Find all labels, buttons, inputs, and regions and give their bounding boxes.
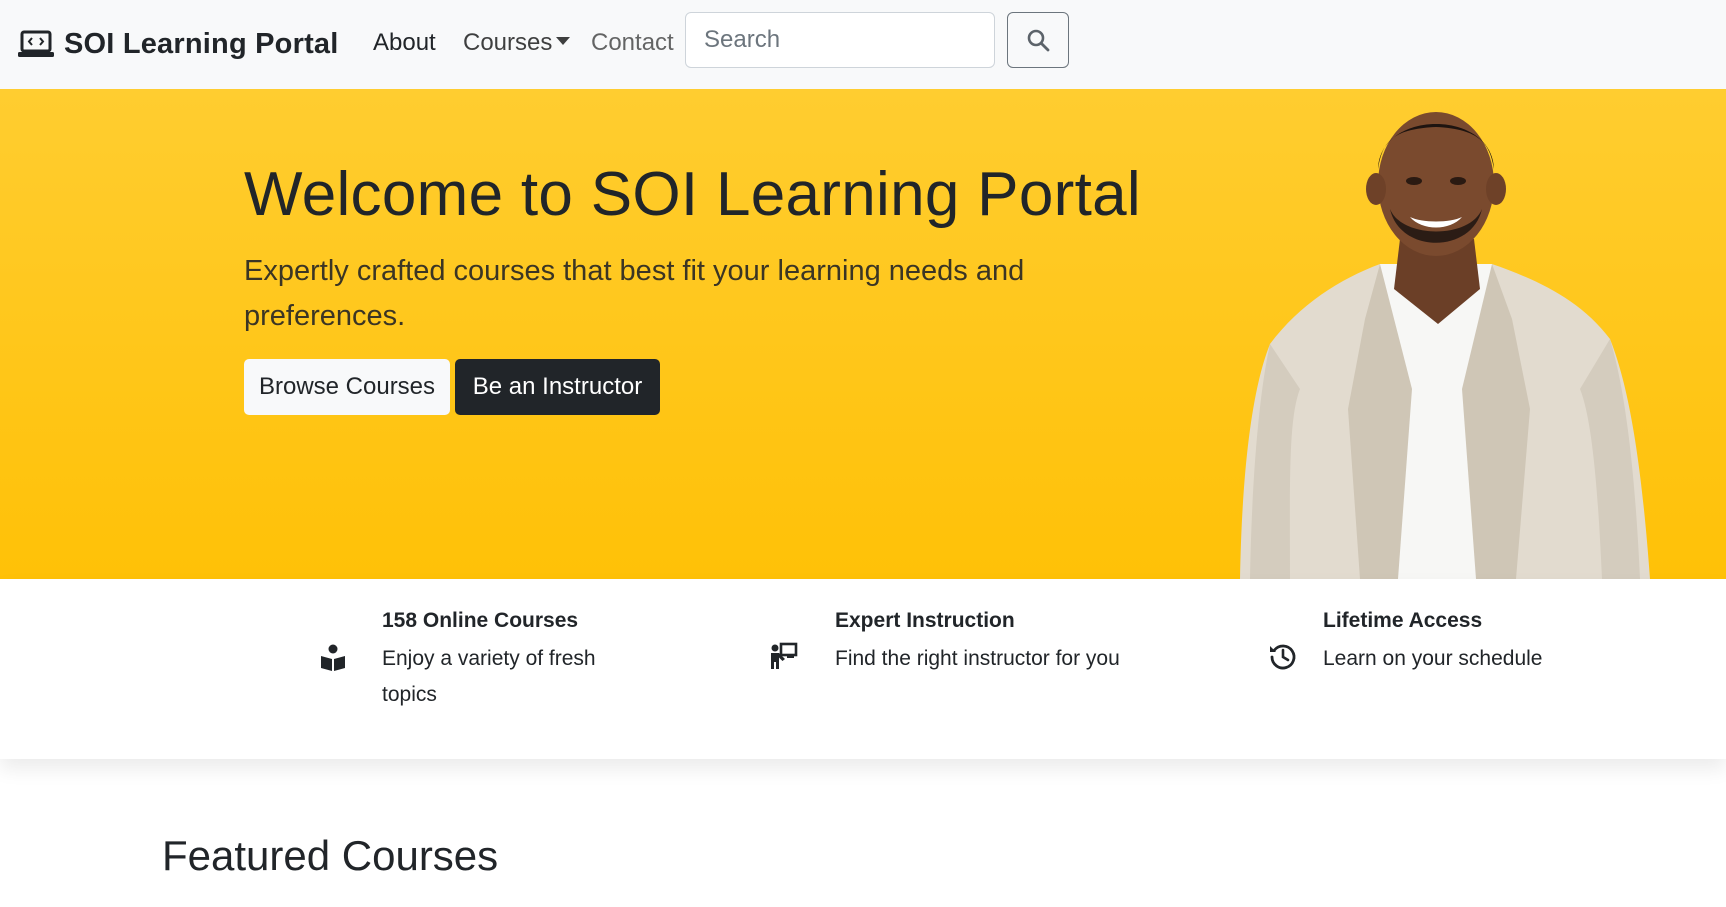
feature-title: Expert Instruction bbox=[835, 609, 1015, 632]
laptop-code-icon bbox=[18, 30, 54, 57]
hero-title: Welcome to SOI Learning Portal bbox=[244, 160, 1141, 229]
nav-dropdown-courses[interactable]: Courses bbox=[463, 27, 571, 59]
hero-section: Welcome to SOI Learning Portal Expertly … bbox=[0, 89, 1726, 579]
feature-text: Find the right instructor for you bbox=[835, 647, 1120, 670]
nav-link-about[interactable]: About bbox=[373, 27, 436, 59]
nav-courses-label: Courses bbox=[463, 29, 553, 56]
search-icon bbox=[1027, 29, 1050, 52]
brand-label: SOI Learning Portal bbox=[64, 27, 339, 60]
featured-courses-heading: Featured Courses bbox=[162, 832, 499, 879]
features-section: 158 Online Courses Enjoy a variety of fr… bbox=[0, 579, 1726, 759]
nav-link-contact[interactable]: Contact bbox=[591, 27, 674, 59]
brand-link[interactable]: SOI Learning Portal bbox=[18, 24, 339, 64]
top-navbar: SOI Learning Portal About Courses Contac… bbox=[0, 0, 1726, 89]
history-clock-icon bbox=[1270, 644, 1296, 670]
feature-text: Learn on your schedule bbox=[1323, 647, 1543, 670]
book-reader-icon bbox=[321, 644, 345, 671]
be-instructor-button[interactable]: Be an Instructor bbox=[455, 359, 660, 415]
caret-down-icon bbox=[556, 37, 571, 45]
browse-courses-button[interactable]: Browse Courses bbox=[244, 359, 450, 415]
chalkboard-teacher-icon bbox=[771, 642, 798, 669]
feature-title: 158 Online Courses bbox=[382, 609, 579, 632]
feature-text: Enjoy a variety of fresh topics bbox=[382, 647, 596, 706]
hero-lead: Expertly crafted courses that best fit y… bbox=[244, 255, 1025, 332]
search-button[interactable] bbox=[1007, 12, 1069, 68]
search-input[interactable] bbox=[685, 12, 995, 68]
hero-person-image bbox=[1240, 112, 1650, 579]
feature-title: Lifetime Access bbox=[1323, 609, 1483, 632]
